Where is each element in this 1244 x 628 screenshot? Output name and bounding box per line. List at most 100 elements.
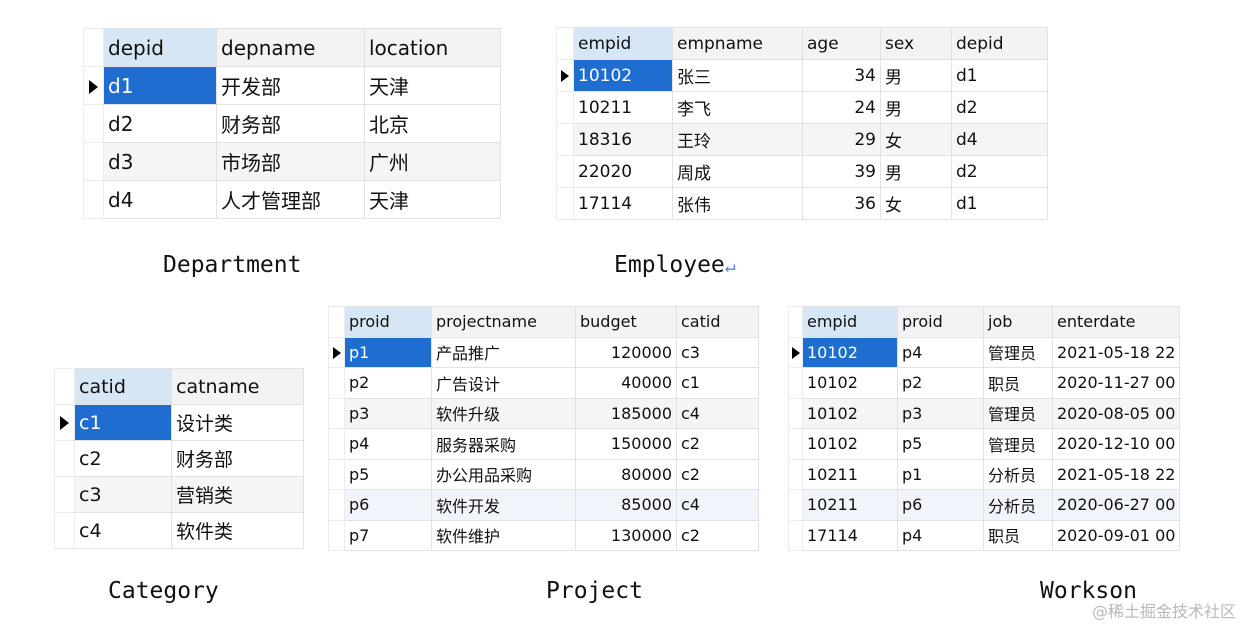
row-indicator[interactable] [328,336,345,368]
row-indicator[interactable] [556,155,574,188]
table-cell[interactable]: 张伟 [672,187,803,220]
table-cell[interactable]: 职员 [983,367,1053,399]
table-row[interactable]: 17114 p4 职员 2020-09-01 00 [788,519,1181,551]
table-cell[interactable]: 广告设计 [431,367,576,399]
table-cell[interactable]: 22020 [573,155,673,188]
table-cell[interactable]: p5 [344,458,432,490]
column-header-depid[interactable]: depid [951,27,1048,60]
table-row[interactable]: 18316 王玲 29 女 d4 [556,123,1048,156]
table-cell[interactable]: c1 [676,367,759,399]
table-cell[interactable]: 29 [802,123,881,156]
table-cell[interactable]: p2 [344,367,432,399]
table-cell[interactable]: d1 [103,66,217,105]
table-row[interactable]: c1 设计类 [54,404,304,441]
table-cell[interactable]: 办公用品采购 [431,458,576,490]
row-indicator[interactable] [83,142,104,181]
table-cell[interactable]: 10211 [802,458,898,490]
column-header-empname[interactable]: empname [672,27,803,60]
table-cell[interactable]: 财务部 [216,104,365,143]
table-cell[interactable]: 80000 [575,458,677,490]
table-row[interactable]: 10102 p4 管理员 2021-05-18 22 [788,336,1181,368]
column-header-proid[interactable]: proid [897,306,984,338]
table-cell[interactable]: 24 [802,91,881,124]
table-row[interactable]: 10211 李飞 24 男 d2 [556,91,1048,124]
table-row[interactable]: 10102 张三 34 男 d1 [556,59,1048,92]
table-row[interactable]: 10102 p5 管理员 2020-12-10 00 [788,428,1181,460]
table-row[interactable]: p1 产品推广 120000 c3 [328,336,759,368]
table-cell[interactable]: 天津 [364,66,501,105]
table-cell[interactable]: 39 [802,155,881,188]
row-indicator[interactable] [328,397,345,429]
table-row[interactable]: 10211 p1 分析员 2021-05-18 22 [788,458,1181,490]
table-row[interactable]: p7 软件维护 130000 c2 [328,519,759,551]
table-row[interactable]: 17114 张伟 36 女 d1 [556,187,1048,220]
table-cell[interactable]: 管理员 [983,397,1053,429]
table-cell[interactable]: d1 [951,187,1048,220]
table-row[interactable]: p5 办公用品采购 80000 c2 [328,458,759,490]
row-indicator[interactable] [788,336,803,368]
table-cell[interactable]: c2 [74,440,172,477]
table-cell[interactable]: 男 [880,155,952,188]
row-indicator[interactable] [556,123,574,156]
table-cell[interactable]: d2 [103,104,217,143]
table-cell[interactable]: 2020-06-27 00 [1051,489,1181,521]
row-indicator[interactable] [788,397,803,429]
table-cell[interactable]: c2 [676,458,759,490]
column-header-sex[interactable]: sex [880,27,952,60]
table-cell[interactable]: 广州 [364,142,501,181]
table-cell[interactable]: 女 [880,187,952,220]
table-cell[interactable]: p4 [897,336,984,368]
table-cell[interactable]: p6 [897,489,984,521]
table-cell[interactable]: d3 [103,142,217,181]
table-row[interactable]: p6 软件开发 85000 c4 [328,489,759,521]
table-row[interactable]: 22020 周成 39 男 d2 [556,155,1048,188]
column-header-age[interactable]: age [802,27,881,60]
table-cell[interactable]: 营销类 [171,476,304,513]
table-row[interactable]: 10211 p6 分析员 2020-06-27 00 [788,489,1181,521]
table-cell[interactable]: d1 [951,59,1048,92]
table-row[interactable]: d3 市场部 广州 [83,142,501,181]
table-cell[interactable]: 女 [880,123,952,156]
column-header-projectname[interactable]: projectname [431,306,576,338]
column-header-empid[interactable]: empid [802,306,898,338]
table-cell[interactable]: 2020-12-10 00 [1051,428,1181,460]
row-indicator[interactable] [788,489,803,521]
table-cell[interactable]: 产品推广 [431,336,576,368]
table-row[interactable]: d1 开发部 天津 [83,66,501,105]
table-cell[interactable]: 人才管理部 [216,180,365,219]
table-cell[interactable]: p5 [897,428,984,460]
table-row[interactable]: p3 软件升级 185000 c4 [328,397,759,429]
column-header-job[interactable]: job [983,306,1053,338]
column-header-empid[interactable]: empid [573,27,673,60]
row-indicator[interactable] [54,512,75,549]
table-cell[interactable]: p2 [897,367,984,399]
table-cell[interactable]: 120000 [575,336,677,368]
row-indicator[interactable] [54,404,75,441]
table-cell[interactable]: 10102 [802,336,898,368]
row-indicator[interactable] [556,59,574,92]
table-cell[interactable]: 34 [802,59,881,92]
row-indicator[interactable] [788,428,803,460]
table-cell[interactable]: 17114 [802,519,898,551]
table-cell[interactable]: 分析员 [983,458,1053,490]
table-cell[interactable]: 市场部 [216,142,365,181]
column-header-catname[interactable]: catname [171,368,304,405]
row-indicator[interactable] [54,476,75,513]
table-cell[interactable]: p1 [897,458,984,490]
table-cell[interactable]: 财务部 [171,440,304,477]
row-indicator[interactable] [556,187,574,220]
row-indicator[interactable] [788,519,803,551]
row-indicator[interactable] [328,458,345,490]
table-cell[interactable]: 北京 [364,104,501,143]
column-header-depname[interactable]: depname [216,28,365,67]
table-cell[interactable]: p4 [897,519,984,551]
row-indicator[interactable] [328,367,345,399]
table-row[interactable]: 10102 p2 职员 2020-11-27 00 [788,367,1181,399]
table-row[interactable]: d2 财务部 北京 [83,104,501,143]
table-cell[interactable]: 2020-09-01 00 [1051,519,1181,551]
table-cell[interactable]: 张三 [672,59,803,92]
row-indicator[interactable] [788,367,803,399]
table-cell[interactable]: 男 [880,59,952,92]
column-header-catid[interactable]: catid [74,368,172,405]
row-indicator[interactable] [83,180,104,219]
